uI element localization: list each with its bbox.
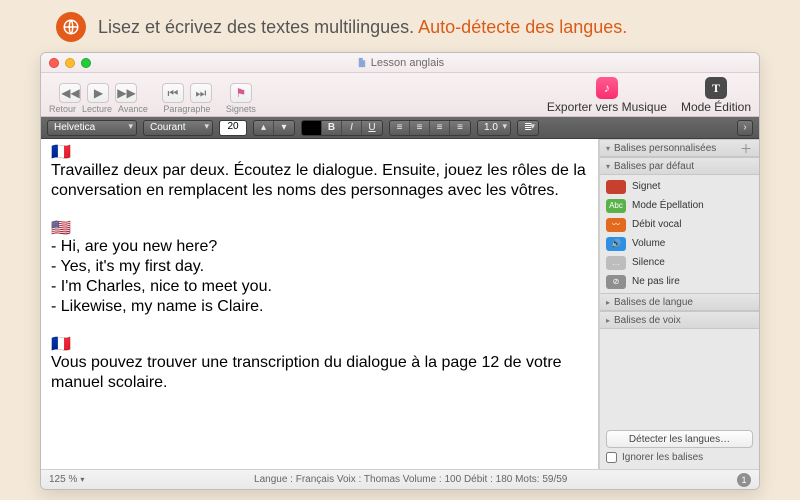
- flag-fr-icon: 🇫🇷: [51, 145, 588, 161]
- disclose-icon: ▸: [606, 316, 610, 325]
- bookmarks-label: Signets: [226, 104, 256, 114]
- dialogue-line-2: - Yes, it's my first day.: [51, 257, 588, 277]
- section-custom-tags[interactable]: ▾ Balises personnalisées ＋: [600, 139, 759, 157]
- color-picker-button[interactable]: [302, 121, 322, 135]
- underline-button[interactable]: U: [362, 121, 382, 135]
- section-voice-tags[interactable]: ▸ Balises de voix: [600, 311, 759, 329]
- section-label: Balises personnalisées: [614, 143, 716, 154]
- tag-icon: ⊘: [606, 275, 626, 289]
- forward-button[interactable]: ▶▶: [115, 83, 137, 103]
- edit-mode-label: Mode Édition: [681, 100, 751, 114]
- section-label: Balises de voix: [614, 315, 681, 326]
- toolbar: ◀◀ ▶ ▶▶ Retour Lecture Avance ⏮ ⏭ Paragr…: [41, 73, 759, 117]
- ignore-tags-checkbox[interactable]: Ignorer les balises: [600, 452, 759, 469]
- disclose-icon: ▸: [606, 298, 610, 307]
- forward-label: Avance: [118, 104, 148, 114]
- zoom-value: 125 %: [49, 474, 77, 485]
- status-info: Langue : Français Voix : Thomas Volume :…: [96, 474, 725, 485]
- page-indicator[interactable]: 1: [737, 473, 751, 487]
- font-size-input[interactable]: 20: [219, 120, 247, 136]
- line-spacing-select[interactable]: 1.0: [477, 120, 511, 136]
- disclose-icon: ▾: [606, 144, 610, 153]
- sidebar: ▾ Balises personnalisées ＋ ▾ Balises par…: [599, 139, 759, 469]
- tag-icon: 🔊: [606, 237, 626, 251]
- tag-item[interactable]: ⊘ Ne pas lire: [600, 272, 759, 291]
- edit-mode-button[interactable]: T: [705, 77, 727, 99]
- font-style-select[interactable]: Courant: [143, 120, 213, 136]
- bookmarks-button[interactable]: ⚑: [230, 83, 252, 103]
- paragraph-1: Travaillez deux par deux. Écoutez le dia…: [51, 161, 588, 201]
- dialogue-line-3: - I'm Charles, nice to meet you.: [51, 277, 588, 297]
- tag-label: Mode Épellation: [632, 200, 704, 211]
- tag-item[interactable]: 〰 Débit vocal: [600, 215, 759, 234]
- list-style-select[interactable]: ≣: [517, 120, 539, 136]
- section-language-tags[interactable]: ▸ Balises de langue: [600, 293, 759, 311]
- disclose-icon: ▾: [606, 162, 610, 171]
- flag-fr-icon: 🇫🇷: [51, 337, 588, 353]
- tag-label: Silence: [632, 257, 665, 268]
- rewind-button[interactable]: ◀◀: [59, 83, 81, 103]
- play-label: Lecture: [82, 104, 112, 114]
- marketing-text: Lisez et écrivez des textes multilingues…: [98, 17, 627, 38]
- export-music-button[interactable]: ♪: [596, 77, 618, 99]
- prev-paragraph-button[interactable]: ⏮: [162, 83, 184, 103]
- window-title: Lesson anglais: [371, 57, 444, 69]
- section-label: Balises par défaut: [614, 161, 694, 172]
- format-bar: Helvetica Courant 20 ▴▾ B I U ≡ ≡ ≡ ≡ 1.…: [41, 117, 759, 139]
- bold-button[interactable]: B: [322, 121, 342, 135]
- tag-icon: Abc: [606, 199, 626, 213]
- text-editor[interactable]: 🇫🇷 Travaillez deux par deux. Écoutez le …: [41, 139, 599, 469]
- next-paragraph-button[interactable]: ⏭: [190, 83, 212, 103]
- tag-label: Signet: [632, 181, 660, 192]
- font-size-stepper[interactable]: ▴▾: [253, 120, 295, 136]
- align-center-button[interactable]: ≡: [410, 121, 430, 135]
- align-justify-button[interactable]: ≡: [450, 121, 470, 135]
- paragraph-label: Paragraphe: [163, 104, 210, 114]
- paragraph-2: Vous pouvez trouver une transcription du…: [51, 353, 588, 393]
- dialogue-line-4: - Likewise, my name is Claire.: [51, 297, 588, 317]
- tag-icon: [606, 180, 626, 194]
- document-icon: [356, 57, 367, 68]
- tag-label: Volume: [632, 238, 665, 249]
- italic-button[interactable]: I: [342, 121, 362, 135]
- align-right-button[interactable]: ≡: [430, 121, 450, 135]
- align-left-button[interactable]: ≡: [390, 121, 410, 135]
- tag-item[interactable]: 🔊 Volume: [600, 234, 759, 253]
- tag-icon: …: [606, 256, 626, 270]
- tag-icon: 〰: [606, 218, 626, 232]
- play-button[interactable]: ▶: [87, 83, 109, 103]
- tag-label: Ne pas lire: [632, 276, 680, 287]
- status-bar: 125 % ▾ Langue : Français Voix : Thomas …: [41, 469, 759, 489]
- chevron-down-icon: ▾: [80, 475, 84, 484]
- detect-languages-button[interactable]: Détecter les langues…: [606, 430, 753, 448]
- export-music-label: Exporter vers Musique: [547, 100, 667, 114]
- tag-item[interactable]: Abc Mode Épellation: [600, 196, 759, 215]
- titlebar: Lesson anglais: [41, 53, 759, 73]
- rewind-label: Retour: [49, 104, 76, 114]
- section-label: Balises de langue: [614, 297, 693, 308]
- ignore-tags-input[interactable]: [606, 452, 617, 463]
- tag-item[interactable]: … Silence: [600, 253, 759, 272]
- section-default-tags[interactable]: ▾ Balises par défaut: [600, 157, 759, 175]
- tag-label: Débit vocal: [632, 219, 681, 230]
- dialogue-line-1: - Hi, are you new here?: [51, 237, 588, 257]
- zoom-control[interactable]: 125 % ▾: [49, 474, 84, 485]
- ignore-tags-label: Ignorer les balises: [622, 452, 703, 463]
- add-tag-button[interactable]: ＋: [739, 140, 753, 157]
- flag-us-icon: 🇺🇸: [51, 221, 588, 237]
- tag-item[interactable]: Signet: [600, 177, 759, 196]
- toggle-sidebar-button[interactable]: ›: [737, 120, 753, 136]
- app-window: Lesson anglais ◀◀ ▶ ▶▶ Retour Lecture Av…: [40, 52, 760, 490]
- font-select[interactable]: Helvetica: [47, 120, 137, 136]
- app-badge-icon: [56, 12, 86, 42]
